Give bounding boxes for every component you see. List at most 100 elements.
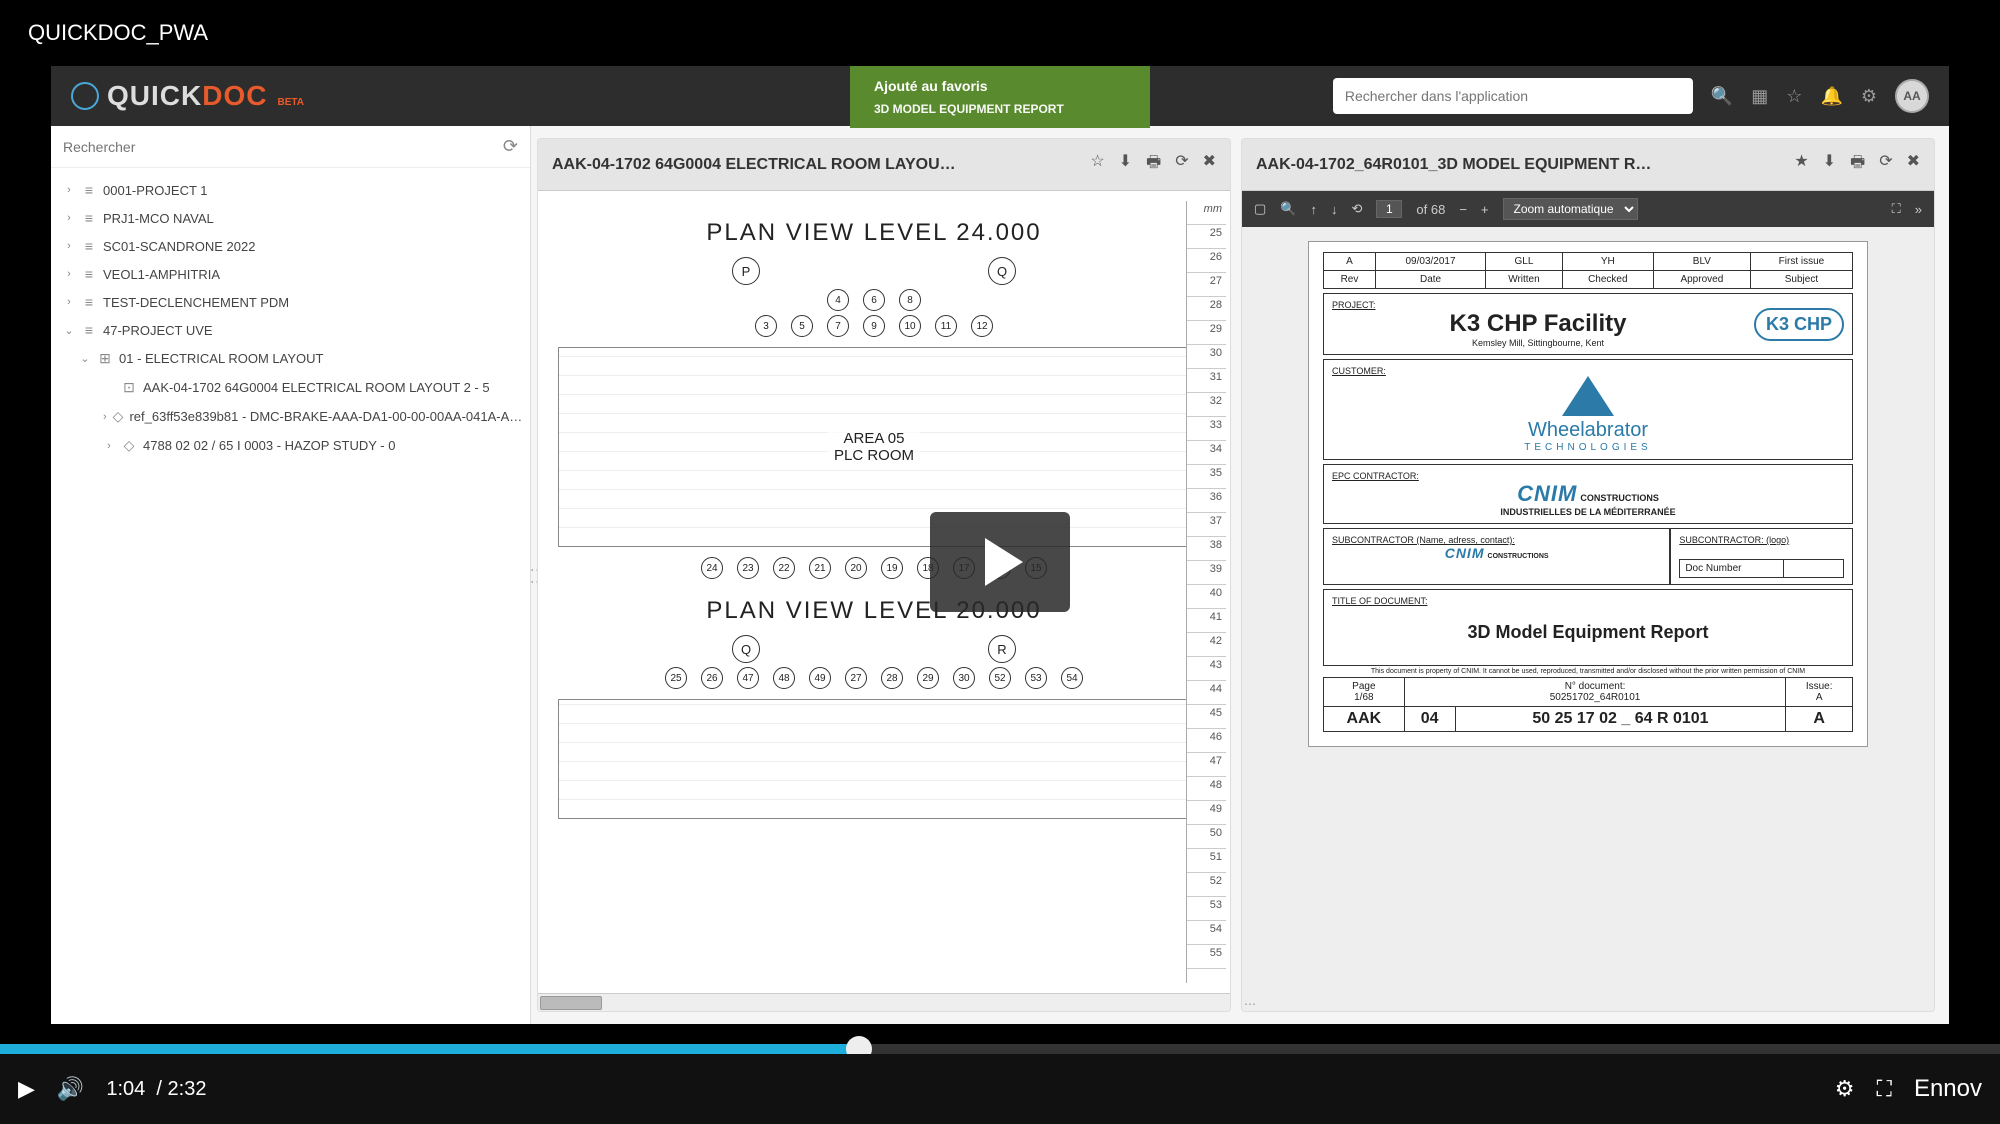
chevron-icon[interactable]: ⌄: [63, 324, 75, 337]
tree-search-input[interactable]: [63, 139, 503, 155]
chevron-icon[interactable]: ›: [63, 296, 75, 308]
callout-row: 468: [558, 289, 1190, 311]
sidebar: ⟳ ›≡0001-PROJECT 1›≡PRJ1-MCO NAVAL›≡SC01…: [51, 126, 531, 1024]
tree-item[interactable]: ⌄≡47-PROJECT UVE: [55, 316, 526, 344]
settings-icon[interactable]: ⚙: [1861, 86, 1877, 107]
close-icon[interactable]: ✖: [1203, 151, 1216, 178]
epc-sub2: INDUSTRIELLES DE LA MÉDITERRANÉE: [1332, 507, 1844, 517]
zoom-out-icon[interactable]: −: [1459, 202, 1467, 217]
doc-title: 3D Model Equipment Report: [1332, 606, 1844, 659]
tree-label: VEOL1-AMPHITRIA: [103, 267, 220, 282]
page-input[interactable]: [1376, 200, 1402, 218]
chevron-icon[interactable]: ›: [63, 184, 75, 196]
subcontractor-label: SUBCONTRACTOR (Name, adress, contact):: [1332, 535, 1661, 545]
zoom-in-icon[interactable]: +: [1481, 202, 1489, 217]
tools-icon[interactable]: »: [1915, 202, 1922, 217]
print-icon[interactable]: 🖶: [1850, 151, 1865, 178]
avatar[interactable]: AA: [1895, 79, 1929, 113]
zoom-select[interactable]: Zoom automatique: [1503, 198, 1638, 220]
node-icon: ≡: [81, 182, 97, 198]
pdf-search-icon[interactable]: 🔍: [1280, 201, 1296, 217]
tree-search[interactable]: ⟳: [51, 126, 530, 168]
callout: 25: [665, 667, 687, 689]
page-rotate-icon[interactable]: ⟲: [1351, 201, 1362, 217]
chevron-icon[interactable]: ›: [63, 212, 75, 224]
chevron-icon[interactable]: ⌄: [79, 352, 91, 365]
refresh-icon[interactable]: ⟳: [503, 136, 518, 157]
horizontal-scrollbar[interactable]: [538, 993, 1230, 1011]
callout: 53: [1025, 667, 1047, 689]
tree-item[interactable]: ⌄⊞01 - ELECTRICAL ROOM LAYOUT: [55, 344, 526, 373]
chevron-icon[interactable]: ›: [63, 240, 75, 252]
favorite-icon[interactable]: ☆: [1090, 151, 1104, 178]
tree-label: ref_63ff53e839b81 - DMC-BRAKE-AAA-DA1-00…: [129, 409, 522, 424]
wheelabrator-icon: [1562, 376, 1614, 416]
page-up-icon[interactable]: ↑: [1310, 202, 1317, 217]
notifications-icon[interactable]: 🔔: [1820, 86, 1842, 107]
tree-item[interactable]: › ◇ 4788 02 02 / 65 I 0003 - HAZOP STUDY -…: [55, 431, 526, 460]
epc-label: EPC CONTRACTOR:: [1332, 471, 1844, 481]
ruler: mm25262728293031323334353637383940414243…: [1186, 201, 1226, 983]
node-icon: ⊡: [121, 379, 137, 396]
video-progress[interactable]: [0, 1044, 2000, 1054]
tree-item[interactable]: › ≡ VEOL1-AMPHITRIA: [55, 260, 526, 288]
tree-item[interactable]: ›≡SC01-SCANDRONE 2022: [55, 232, 526, 260]
print-icon[interactable]: 🖶: [1146, 151, 1161, 178]
download-icon[interactable]: ⬇: [1119, 151, 1132, 178]
epc-name: CNIM: [1517, 481, 1577, 506]
plan-title-1: PLAN VIEW LEVEL 24.000: [558, 219, 1190, 247]
global-search[interactable]: [1333, 78, 1693, 114]
project-tree: ›≡0001-PROJECT 1›≡PRJ1-MCO NAVAL›≡SC01-S…: [51, 168, 530, 468]
grid-label-r: R: [988, 635, 1016, 663]
callout: 19: [881, 557, 903, 579]
download-icon[interactable]: ⬇ Télécharger: [1823, 151, 1836, 178]
callout: 52: [989, 667, 1011, 689]
node-icon: ≡: [81, 266, 97, 282]
tree-label: 0001-PROJECT 1: [103, 183, 208, 198]
toast-body: 3D MODEL EQUIPMENT REPORT: [874, 102, 1126, 116]
callout: 28: [881, 667, 903, 689]
chevron-icon[interactable]: ›: [103, 440, 115, 452]
favorite-icon[interactable]: ★: [1794, 151, 1808, 178]
tree-item[interactable]: ›≡PRJ1-MCO NAVAL: [55, 204, 526, 232]
drawing-viewer[interactable]: PLAN VIEW LEVEL 24.000 P Q 468 357910111…: [538, 191, 1230, 993]
play-button[interactable]: [930, 512, 1070, 612]
search-icon[interactable]: 🔍: [1711, 86, 1733, 107]
node-icon: ◇: [121, 437, 137, 454]
tree-item[interactable]: › ≡ 0001-PROJECT 1: [55, 176, 526, 204]
volume-icon[interactable]: 🔊: [57, 1076, 84, 1102]
callout: 10: [899, 315, 921, 337]
panel-drawing: AAK-04-1702 64G0004 ELECTRICAL ROOM LAYO…: [537, 138, 1231, 1012]
page-down-icon[interactable]: ↓: [1331, 202, 1338, 217]
callout: 48: [773, 667, 795, 689]
apps-icon[interactable]: ▦: [1751, 86, 1768, 107]
sidebar-toggle-icon[interactable]: ▢: [1254, 201, 1266, 217]
favorites-icon[interactable]: ☆: [1786, 86, 1802, 107]
callout: 4: [827, 289, 849, 311]
refresh-icon[interactable]: ⟳: [1175, 151, 1188, 178]
settings-icon[interactable]: ⚙: [1835, 1076, 1855, 1102]
tree-item[interactable]: ›◇ref_63ff53e839b81 - DMC-BRAKE-AAA-DA1-…: [55, 402, 526, 431]
video-brand: Ennov: [1914, 1075, 1982, 1103]
tree-item[interactable]: ›≡TEST-DECLENCHEMENT PDM: [55, 288, 526, 316]
time-current: 1:04: [106, 1078, 145, 1100]
chevron-icon[interactable]: ›: [103, 411, 107, 423]
footer-table: Page1/68 N° document:50251702_64R0101 Is…: [1323, 677, 1853, 732]
tree-label: TEST-DECLENCHEMENT PDM: [103, 295, 289, 310]
play-icon[interactable]: ▶: [18, 1076, 35, 1102]
refresh-icon[interactable]: ⟳: [1879, 151, 1892, 178]
resize-dots[interactable]: ⋯: [1244, 997, 1254, 1011]
pdf-viewport[interactable]: A09/03/2017GLLYHBLVFirst issueRevDateWri…: [1242, 227, 1934, 1011]
node-icon: ≡: [81, 210, 97, 226]
chevron-icon[interactable]: ›: [63, 268, 75, 280]
fullscreen-icon[interactable]: ⛶: [1892, 201, 1901, 217]
pdf-page: A09/03/2017GLLYHBLVFirst issueRevDateWri…: [1308, 241, 1868, 747]
close-icon[interactable]: ✖: [1907, 151, 1920, 178]
callout: 49: [809, 667, 831, 689]
search-input[interactable]: [1345, 88, 1681, 104]
pdf-toolbar: ▢ 🔍 ↑ ↓ ⟲ of 68 − + Zoom automatique ⛶ »: [1242, 191, 1934, 227]
fullscreen-icon[interactable]: ⛶: [1877, 1076, 1892, 1102]
tree-item[interactable]: ⊡AAK-04-1702 64G0004 ELECTRICAL ROOM LAY…: [55, 373, 526, 402]
tree-label: 4788 02 02 / 65 I 0003 - HAZOP STUDY - 0: [143, 438, 395, 453]
app-logo[interactable]: QUICKDOC BETA: [71, 80, 304, 112]
